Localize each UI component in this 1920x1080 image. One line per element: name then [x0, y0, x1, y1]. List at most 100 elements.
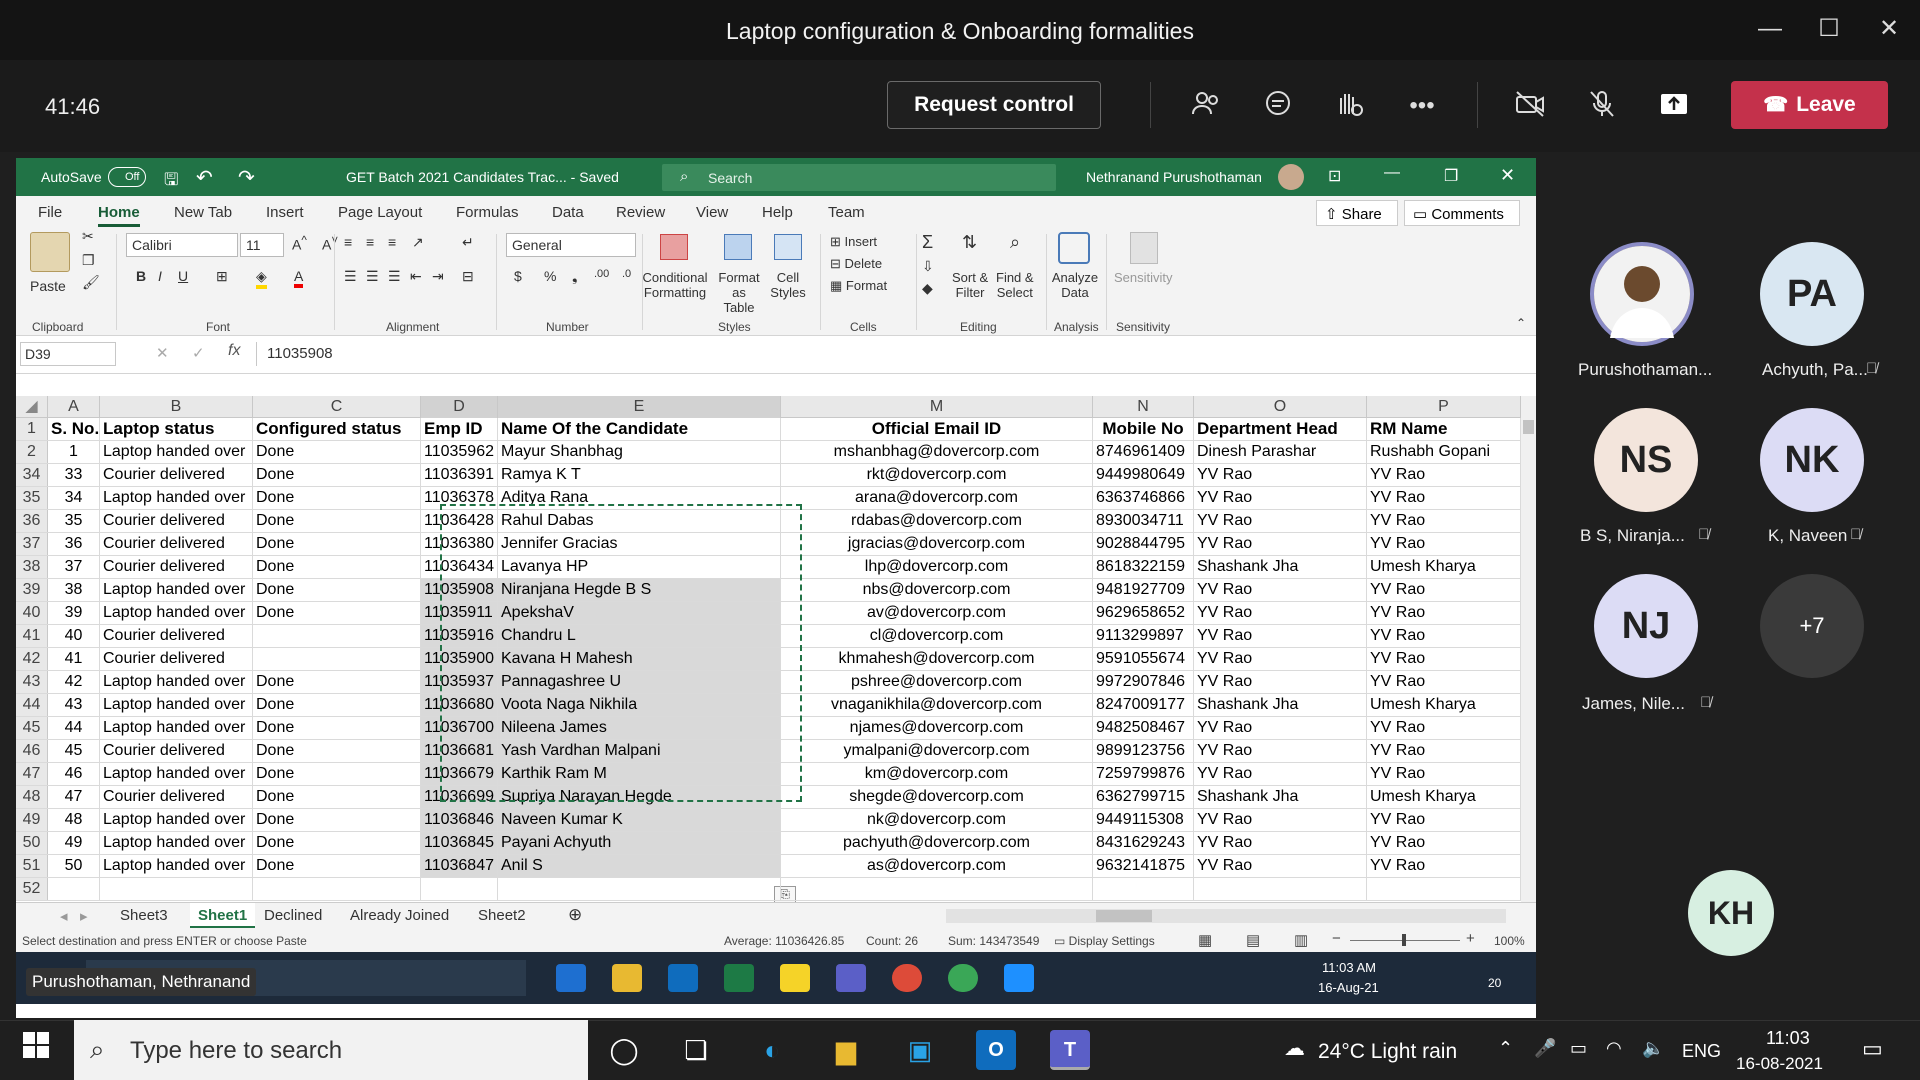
- sheet-tab[interactable]: Sheet2: [478, 907, 526, 924]
- tab-home[interactable]: Home: [98, 204, 140, 227]
- microphone-icon[interactable]: 🎤: [1534, 1038, 1556, 1059]
- cell[interactable]: Laptop handed over: [100, 717, 253, 739]
- cell[interactable]: YV Rao: [1194, 625, 1367, 647]
- percent-icon[interactable]: %: [544, 268, 556, 284]
- cortana-icon[interactable]: ◯: [604, 1030, 644, 1070]
- tab-formulas[interactable]: Formulas: [456, 204, 519, 221]
- cell[interactable]: rdabas@dovercorp.com: [781, 510, 1093, 532]
- cell[interactable]: YV Rao: [1367, 855, 1521, 877]
- format-painter-icon[interactable]: 🖌: [82, 274, 100, 291]
- shrink-font-icon[interactable]: A˅: [322, 234, 338, 253]
- windows-start-icon[interactable]: [16, 1030, 56, 1070]
- share-screen-icon[interactable]: [1656, 88, 1692, 124]
- cell[interactable]: Laptop handed over: [100, 832, 253, 854]
- analyze-data-button[interactable]: Analyze Data: [1050, 270, 1100, 300]
- format-as-table-button[interactable]: Format as Table: [710, 270, 768, 315]
- avatar[interactable]: NK: [1760, 408, 1864, 512]
- cell[interactable]: Done: [253, 740, 421, 762]
- function-icon[interactable]: fx: [228, 342, 240, 360]
- cell[interactable]: [1367, 878, 1521, 900]
- cell[interactable]: 9481927709: [1093, 579, 1194, 601]
- merge-center-icon[interactable]: ⊟: [462, 268, 474, 285]
- cell[interactable]: 11035908: [421, 579, 498, 601]
- cell[interactable]: 11035937: [421, 671, 498, 693]
- cell[interactable]: 9899123756: [1093, 740, 1194, 762]
- font-color-icon[interactable]: A: [294, 268, 304, 288]
- store-icon[interactable]: ▣: [900, 1030, 940, 1070]
- avatar[interactable]: NJ: [1594, 574, 1698, 678]
- column-title[interactable]: Name Of the Candidate: [498, 418, 781, 440]
- cell[interactable]: ApekshaV: [498, 602, 781, 624]
- cell[interactable]: jgracias@dovercorp.com: [781, 533, 1093, 555]
- cell[interactable]: 11035911: [421, 602, 498, 624]
- fill-color-icon[interactable]: ◈: [256, 268, 267, 289]
- formula-input[interactable]: 11035908: [256, 342, 1516, 366]
- cell[interactable]: Mayur Shanbhag: [498, 441, 781, 463]
- cell[interactable]: YV Rao: [1367, 602, 1521, 624]
- cell[interactable]: Done: [253, 533, 421, 555]
- cell[interactable]: 48: [48, 809, 100, 831]
- chrome-icon[interactable]: [892, 964, 922, 992]
- cell[interactable]: 38: [48, 579, 100, 601]
- normal-view-icon[interactable]: ▦: [1198, 931, 1212, 949]
- leave-button[interactable]: ☎ Leave: [1731, 81, 1888, 129]
- cancel-icon[interactable]: ✕: [156, 344, 169, 362]
- cell[interactable]: 11036434: [421, 556, 498, 578]
- cell[interactable]: Done: [253, 717, 421, 739]
- cell[interactable]: 43: [48, 694, 100, 716]
- tab-review[interactable]: Review: [616, 204, 665, 221]
- cell[interactable]: Supriya Narayan Hegde: [498, 786, 781, 808]
- column-title[interactable]: Laptop status: [100, 418, 253, 440]
- tab-data[interactable]: Data: [552, 204, 584, 221]
- cell[interactable]: Courier delivered: [100, 625, 253, 647]
- excel-icon[interactable]: [724, 964, 754, 992]
- request-control-button[interactable]: Request control: [887, 81, 1101, 129]
- cell[interactable]: [100, 878, 253, 900]
- vertical-scrollbar[interactable]: [1521, 396, 1536, 902]
- cell[interactable]: 11036680: [421, 694, 498, 716]
- people-icon[interactable]: [1188, 88, 1224, 124]
- cell[interactable]: Done: [253, 441, 421, 463]
- cell[interactable]: [253, 878, 421, 900]
- cell[interactable]: YV Rao: [1367, 648, 1521, 670]
- row-header[interactable]: 44: [16, 694, 48, 716]
- row-header[interactable]: 48: [16, 786, 48, 808]
- cell[interactable]: [421, 878, 498, 900]
- cell[interactable]: 8247009177: [1093, 694, 1194, 716]
- cell[interactable]: Laptop handed over: [100, 671, 253, 693]
- sheet-tab[interactable]: Declined: [264, 907, 322, 924]
- cell[interactable]: Rahul Dabas: [498, 510, 781, 532]
- next-sheet-icon[interactable]: ▸: [80, 907, 88, 925]
- column-title[interactable]: RM Name: [1367, 418, 1521, 440]
- cell[interactable]: YV Rao: [1367, 671, 1521, 693]
- cell[interactable]: Dinesh Parashar: [1194, 441, 1367, 463]
- cell[interactable]: 11036681: [421, 740, 498, 762]
- cell[interactable]: Lavanya HP: [498, 556, 781, 578]
- ribbon-display-icon[interactable]: ⊡: [1328, 166, 1341, 186]
- cell[interactable]: YV Rao: [1194, 740, 1367, 762]
- avatar[interactable]: NS: [1594, 408, 1698, 512]
- cell[interactable]: YV Rao: [1194, 579, 1367, 601]
- save-icon[interactable]: 🖫: [164, 167, 178, 196]
- minimize-icon[interactable]: —: [1753, 14, 1787, 44]
- cell[interactable]: Laptop handed over: [100, 487, 253, 509]
- cell[interactable]: YV Rao: [1194, 602, 1367, 624]
- cell[interactable]: 41: [48, 648, 100, 670]
- currency-icon[interactable]: $: [514, 268, 522, 284]
- prev-sheet-icon[interactable]: ◂: [60, 907, 68, 925]
- cell[interactable]: 8930034711: [1093, 510, 1194, 532]
- fill-icon[interactable]: ⇩: [922, 258, 934, 275]
- row-header[interactable]: 46: [16, 740, 48, 762]
- scroll-thumb[interactable]: [1523, 420, 1534, 434]
- more-participants-button[interactable]: +7: [1760, 574, 1864, 678]
- tab-insert[interactable]: Insert: [266, 204, 304, 221]
- battery-icon[interactable]: ▭: [1570, 1038, 1587, 1059]
- cell[interactable]: njames@dovercorp.com: [781, 717, 1093, 739]
- cell[interactable]: 11036700: [421, 717, 498, 739]
- sensitivity-button[interactable]: Sensitivity: [1114, 270, 1173, 285]
- conditional-formatting-button[interactable]: Conditional Formatting: [642, 270, 708, 300]
- cell[interactable]: Umesh Kharya: [1367, 556, 1521, 578]
- cell[interactable]: Laptop handed over: [100, 763, 253, 785]
- column-header[interactable]: C: [253, 396, 421, 418]
- cell[interactable]: YV Rao: [1194, 487, 1367, 509]
